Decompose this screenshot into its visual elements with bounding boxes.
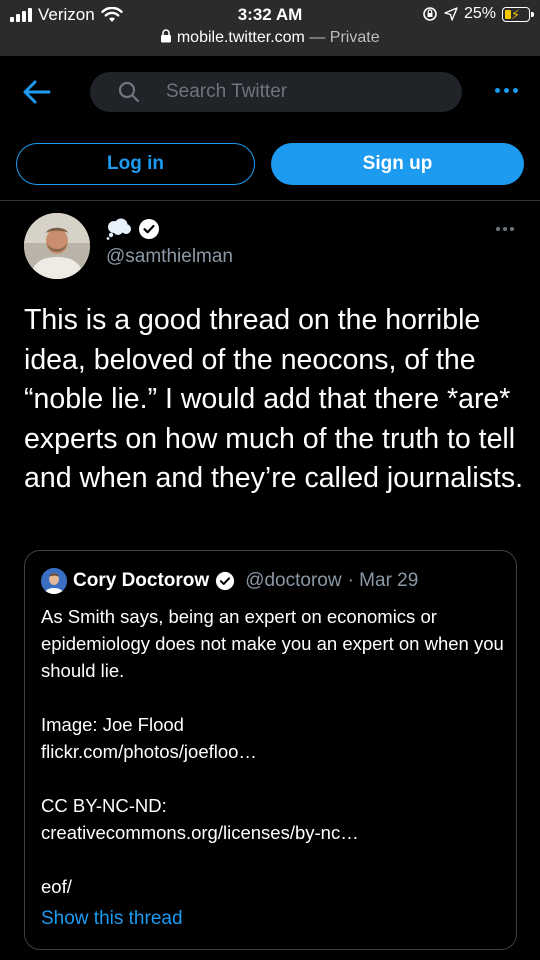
twitter-top-bar: [0, 56, 540, 136]
back-arrow-icon[interactable]: [22, 78, 52, 106]
signup-button[interactable]: Sign up: [271, 143, 524, 185]
quoted-paragraph: Image: Joe Flood: [41, 714, 184, 735]
ios-status-bar: Verizon 3:32 AM 25% ⚡ mobile.twitter.com…: [0, 0, 540, 56]
quoted-author-avatar: [41, 568, 67, 594]
lock-icon: [161, 29, 172, 43]
battery-percent: 25%: [463, 5, 496, 22]
thought-bubble-emoji-icon: [106, 218, 131, 240]
author-handle[interactable]: @samthielman: [106, 246, 233, 268]
tweet-more-icon[interactable]: [496, 227, 514, 231]
url-bar[interactable]: mobile.twitter.com — Private: [0, 29, 540, 47]
location-arrow-icon: [444, 7, 458, 21]
quoted-tweet-header: Cory Doctorow @doctorow · Mar 29: [41, 568, 418, 594]
search-icon: [118, 81, 140, 103]
quoted-tweet-date: · Mar 29: [347, 570, 419, 591]
url-host: mobile.twitter.com: [176, 29, 305, 46]
avatar-photo: [24, 213, 90, 279]
quoted-author-handle: @doctorow: [245, 570, 342, 591]
search-input[interactable]: [166, 72, 446, 112]
quoted-paragraph: As Smith says, being an expert on econom…: [41, 606, 504, 681]
orientation-lock-icon: [423, 7, 437, 21]
search-box[interactable]: [90, 72, 462, 112]
quoted-link: creativecommons.org/licenses/by-nc…: [41, 822, 359, 843]
auth-bar: Log in Sign up: [0, 140, 540, 198]
quoted-author-name: Cory Doctorow: [73, 570, 210, 591]
quoted-link: flickr.com/photos/joefloo…: [41, 741, 257, 762]
verified-badge-icon: [216, 571, 235, 591]
avatar[interactable]: [24, 213, 90, 279]
login-button[interactable]: Log in: [16, 143, 255, 185]
quoted-tweet-text: As Smith says, being an expert on econom…: [41, 603, 506, 900]
author-name-row: [106, 218, 160, 240]
status-indicators: 25% ⚡: [422, 5, 534, 23]
battery-charging-icon: ⚡: [502, 6, 534, 22]
tweet-text: This is a good thread on the horrible id…: [24, 304, 524, 494]
more-options-icon[interactable]: [495, 88, 518, 93]
verified-badge-icon: [139, 219, 159, 239]
quoted-paragraph: eof/: [41, 876, 72, 897]
private-label: — Private: [309, 29, 380, 46]
tweet: @samthielman This is a good thread on th…: [0, 201, 540, 960]
show-thread-link[interactable]: Show this thread: [41, 908, 183, 930]
quoted-tweet[interactable]: Cory Doctorow @doctorow · Mar 29 As Smit…: [24, 550, 517, 950]
quoted-paragraph: CC BY-NC-ND:: [41, 795, 167, 816]
